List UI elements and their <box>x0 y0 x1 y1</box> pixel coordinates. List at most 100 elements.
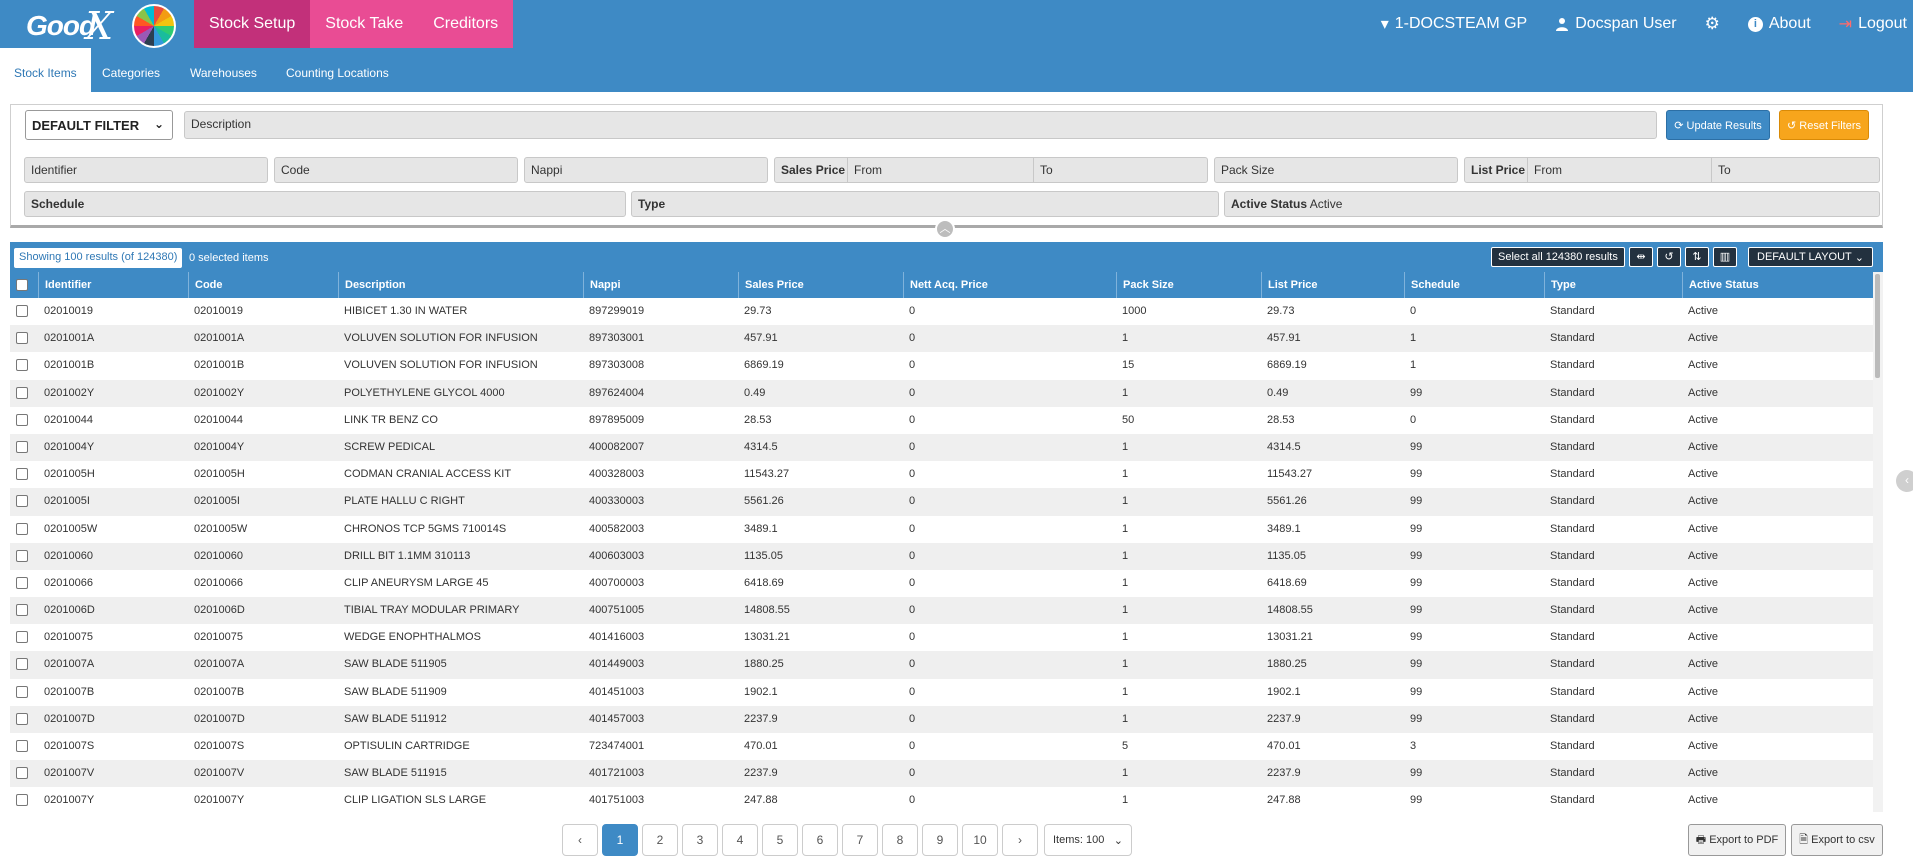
logout-link[interactable]: ⇥ Logout <box>1839 14 1907 34</box>
fit-columns-button[interactable]: ⇹ <box>1629 247 1653 267</box>
row-checkbox[interactable] <box>16 468 28 481</box>
table-row[interactable]: 0201004Y 0201004Y SCREW PEDICAL 400082007 43… <box>10 433 1873 462</box>
table-row[interactable]: 0201007V 0201007V SAW BLADE 511915 40172100… <box>10 760 1873 788</box>
nav-stock-setup[interactable]: Stock Setup <box>194 0 311 48</box>
nappi-filter[interactable]: Nappi <box>524 157 768 183</box>
type-filter[interactable]: Type <box>631 191 1219 217</box>
col-active-status[interactable]: Active Status <box>1682 272 1873 298</box>
filter-select[interactable]: DEFAULT FILTER ⌄ <box>25 110 173 140</box>
table-row[interactable]: 0201002Y 0201002Y POLYETHYLENE GLYCOL 4000… <box>10 379 1873 407</box>
row-checkbox[interactable] <box>16 522 28 535</box>
col-schedule[interactable]: Schedule <box>1404 272 1544 298</box>
col-sales-price[interactable]: Sales Price <box>738 272 903 298</box>
select-all-button[interactable]: Select all 124380 results <box>1491 247 1625 267</box>
reset-filters-button[interactable]: ↺ Reset Filters <box>1779 110 1869 140</box>
table-row[interactable]: 02010060 02010060 DRILL BIT 1.1MM 310113 40… <box>10 542 1873 570</box>
row-checkbox[interactable] <box>16 740 28 752</box>
row-checkbox[interactable] <box>16 495 28 508</box>
row-checkbox[interactable] <box>16 631 28 644</box>
export-csv-button[interactable]: 🗎 Export to csv <box>1791 824 1883 856</box>
row-checkbox[interactable] <box>16 685 28 698</box>
col-identifier[interactable]: Identifier <box>38 272 188 298</box>
active-status-filter[interactable]: Active Status Active <box>1224 191 1880 217</box>
side-panel-handle[interactable]: ‹ <box>1896 470 1913 492</box>
user-menu[interactable]: Docspan User <box>1555 15 1677 33</box>
about-link[interactable]: i About <box>1747 15 1811 33</box>
row-checkbox[interactable] <box>16 712 28 725</box>
export-pdf-button[interactable]: 🖶 Export to PDF <box>1688 824 1786 856</box>
nav-stock-take[interactable]: Stock Take <box>310 0 419 48</box>
row-checkbox[interactable] <box>16 576 28 589</box>
layout-select[interactable]: DEFAULT LAYOUT ⌄ <box>1748 247 1873 267</box>
table-row[interactable]: 0201007S 0201007S OPTISULIN CARTRIDGE 72347… <box>10 733 1873 761</box>
page-button-6[interactable]: 6 <box>802 824 838 856</box>
row-checkbox[interactable] <box>16 658 28 671</box>
tab-stock-items[interactable]: Stock Items <box>0 48 91 92</box>
goodx-logo[interactable]: Good X <box>24 4 184 48</box>
row-checkbox[interactable] <box>16 767 28 780</box>
prev-page-button[interactable]: ‹ <box>562 824 598 856</box>
col-nappi[interactable]: Nappi <box>583 272 738 298</box>
identifier-filter[interactable]: Identifier <box>24 157 268 183</box>
page-button-2[interactable]: 2 <box>642 824 678 856</box>
row-checkbox[interactable] <box>16 332 28 345</box>
table-row[interactable]: 0201005W 0201005W CHRONOS TCP 5GMS 710014S… <box>10 515 1873 543</box>
col-list-price[interactable]: List Price <box>1261 272 1404 298</box>
sort-button[interactable]: ⇅ <box>1685 247 1709 267</box>
table-row[interactable]: 02010044 02010044 LINK TR BENZ CO 897895009… <box>10 406 1873 434</box>
page-button-1[interactable]: 1 <box>602 824 638 856</box>
page-button-3[interactable]: 3 <box>682 824 718 856</box>
page-button-4[interactable]: 4 <box>722 824 758 856</box>
col-nett-acq-price[interactable]: Nett Acq. Price <box>903 272 1116 298</box>
settings-button[interactable]: ⚙ <box>1705 14 1720 34</box>
row-checkbox[interactable] <box>16 305 28 317</box>
schedule-filter[interactable]: Schedule <box>24 191 626 217</box>
scrollbar-thumb[interactable] <box>1875 274 1880 378</box>
select-all-checkbox[interactable] <box>16 279 28 291</box>
header-select-all[interactable] <box>10 272 38 298</box>
reset-grid-button[interactable]: ↺ <box>1657 247 1681 267</box>
page-button-7[interactable]: 7 <box>842 824 878 856</box>
table-row[interactable]: 02010019 02010019 HIBICET 1.30 IN WATER 897… <box>10 298 1873 326</box>
table-row[interactable]: 0201001A 0201001A VOLUVEN SOLUTION FOR INF… <box>10 325 1873 353</box>
table-row[interactable]: 0201007D 0201007D SAW BLADE 511912 40145700… <box>10 705 1873 733</box>
table-row[interactable]: 0201006D 0201006D TIBIAL TRAY MODULAR PRIM… <box>10 597 1873 625</box>
collapse-filters-button[interactable]: ︿ <box>935 219 955 239</box>
table-row[interactable]: 0201005H 0201005H CODMAN CRANIAL ACCESS KI… <box>10 461 1873 489</box>
row-checkbox[interactable] <box>16 413 28 426</box>
col-type[interactable]: Type <box>1544 272 1682 298</box>
pack-size-filter[interactable]: Pack Size <box>1214 157 1458 183</box>
table-row[interactable]: 0201007Y 0201007Y CLIP LIGATION SLS LARGE 4… <box>10 787 1873 815</box>
col-code[interactable]: Code <box>188 272 338 298</box>
sales-price-to[interactable]: To <box>1033 158 1207 182</box>
table-row[interactable]: 0201007A 0201007A SAW BLADE 511905 40144900… <box>10 651 1873 679</box>
tab-warehouses[interactable]: Warehouses <box>176 48 271 92</box>
description-filter[interactable]: Description <box>184 111 1657 139</box>
table-row[interactable]: 0201001B 0201001B VOLUVEN SOLUTION FOR INF… <box>10 352 1873 380</box>
row-checkbox[interactable] <box>16 359 28 372</box>
row-checkbox[interactable] <box>16 604 28 617</box>
items-per-page-select[interactable]: Items: 100 ⌄ <box>1044 824 1132 856</box>
practice-selector[interactable]: ▾ 1-DOCSTEAM GP <box>1381 14 1528 34</box>
table-row[interactable]: 02010066 02010066 CLIP ANEURYSM LARGE 45 40… <box>10 569 1873 598</box>
table-row[interactable]: 0201005I 0201005I PLATE HALLU C RIGHT 40033… <box>10 488 1873 516</box>
tab-counting-locations[interactable]: Counting Locations <box>272 48 403 92</box>
table-row[interactable]: 02010075 02010075 WEDGE ENOPHTHALMOS 401416… <box>10 624 1873 652</box>
col-pack-size[interactable]: Pack Size <box>1116 272 1261 298</box>
columns-button[interactable]: ▥ <box>1713 247 1737 267</box>
row-checkbox[interactable] <box>16 549 28 562</box>
row-checkbox[interactable] <box>16 440 28 453</box>
table-scrollbar[interactable] <box>1873 272 1883 812</box>
update-results-button[interactable]: ⟳ Update Results <box>1666 110 1770 140</box>
row-checkbox[interactable] <box>16 794 28 807</box>
next-page-button[interactable]: › <box>1002 824 1038 856</box>
list-price-from[interactable]: From <box>1527 158 1711 182</box>
row-checkbox[interactable] <box>16 386 28 399</box>
nav-creditors[interactable]: Creditors <box>418 0 514 48</box>
page-button-9[interactable]: 9 <box>922 824 958 856</box>
list-price-to[interactable]: To <box>1711 158 1879 182</box>
table-row[interactable]: 0201007B 0201007B SAW BLADE 511909 40145100… <box>10 678 1873 706</box>
tab-categories[interactable]: Categories <box>88 48 174 92</box>
col-description[interactable]: Description <box>338 272 583 298</box>
code-filter[interactable]: Code <box>274 157 518 183</box>
